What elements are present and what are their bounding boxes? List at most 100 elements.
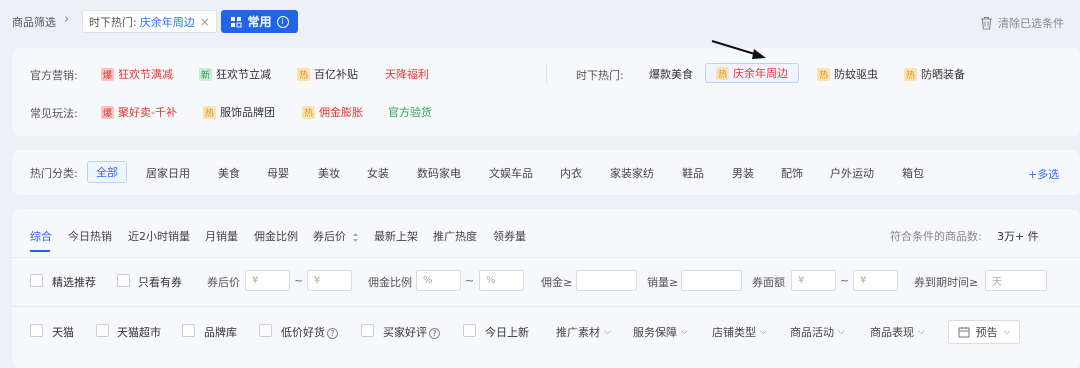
sort-tab[interactable]: 佣金比例 bbox=[254, 228, 298, 244]
marketing-label: 官方营销: bbox=[30, 69, 78, 82]
commission-rate-max-input[interactable]: % bbox=[479, 270, 524, 291]
tag-text: 聚好卖-千补 bbox=[118, 106, 177, 119]
gameplay-item[interactable]: 爆 聚好卖-千补 bbox=[101, 104, 177, 120]
divider bbox=[546, 63, 547, 83]
gameplay-item[interactable]: 官方验货 bbox=[388, 104, 432, 120]
category-item[interactable]: 美食 bbox=[218, 165, 240, 181]
commission-input[interactable] bbox=[576, 270, 637, 291]
category-item[interactable]: 箱包 bbox=[902, 165, 924, 181]
featured-checkbox[interactable] bbox=[30, 274, 43, 287]
low-price-label: 低价好货? bbox=[281, 324, 338, 340]
category-item[interactable]: 美妆 bbox=[318, 165, 340, 181]
tag-text: 百亿补贴 bbox=[314, 68, 358, 81]
category-item[interactable]: 家装家纺 bbox=[610, 165, 654, 181]
tag-text: 狂欢节立减 bbox=[216, 68, 271, 81]
sort-tab[interactable]: 推广热度 bbox=[433, 228, 477, 244]
category-item[interactable]: 数码家电 bbox=[417, 165, 461, 181]
info-icon[interactable]: i bbox=[276, 15, 289, 28]
promo-panel bbox=[12, 48, 1080, 136]
hot-badge: 爆 bbox=[101, 105, 114, 119]
gameplay-item[interactable]: 热 佣金膨胀 bbox=[302, 104, 363, 120]
result-count-value: 3万+ 件 bbox=[997, 230, 1039, 243]
sort-tab[interactable]: 月销量 bbox=[205, 228, 238, 244]
tag-text: 庆余年周边 bbox=[733, 67, 788, 80]
dropdown-promo-material[interactable]: 推广素材 ⌵ bbox=[556, 324, 611, 340]
trash-icon bbox=[981, 16, 992, 30]
sort-tab[interactable]: 近2小时销量 bbox=[128, 228, 190, 244]
coupon-value-max-input[interactable]: ¥ bbox=[853, 270, 898, 291]
dropdown-activity[interactable]: 商品活动 ⌵ bbox=[790, 324, 845, 340]
sort-tab[interactable]: 最新上架 bbox=[374, 228, 418, 244]
dropdown-label: 店铺类型 bbox=[712, 326, 756, 339]
sales-label: 销量≥ bbox=[647, 276, 679, 289]
marketing-item[interactable]: 天降福利 bbox=[385, 66, 429, 82]
marketing-item[interactable]: 新 狂欢节立减 bbox=[199, 66, 271, 82]
hot-badge: 热 bbox=[817, 67, 830, 81]
help-icon[interactable]: ? bbox=[429, 328, 440, 339]
trending-item[interactable]: 热 防晒装备 bbox=[904, 66, 965, 82]
coupon-only-checkbox[interactable] bbox=[117, 274, 130, 287]
tag-text: 防蚊驱虫 bbox=[834, 68, 878, 81]
close-icon[interactable]: × bbox=[200, 15, 210, 29]
dropdown-performance[interactable]: 商品表现 ⌵ bbox=[870, 324, 925, 340]
common-button[interactable]: 常用 i bbox=[221, 10, 298, 33]
preview-dropdown[interactable]: 预告 ⌵ bbox=[948, 320, 1020, 344]
good-review-checkbox[interactable] bbox=[361, 324, 374, 337]
category-item[interactable]: 男装 bbox=[732, 165, 754, 181]
marketing-item[interactable]: 热 百亿补贴 bbox=[297, 66, 358, 82]
sort-tab[interactable]: 今日热销 bbox=[68, 228, 112, 244]
low-price-checkbox[interactable] bbox=[259, 324, 272, 337]
tmall-super-label: 天猫超市 bbox=[117, 326, 161, 339]
sales-input[interactable] bbox=[681, 270, 742, 291]
breadcrumb: 商品筛选 bbox=[12, 16, 56, 29]
category-item[interactable]: 户外运动 bbox=[830, 165, 874, 181]
category-item[interactable]: 居家日用 bbox=[146, 165, 190, 181]
category-item[interactable]: 鞋品 bbox=[682, 165, 704, 181]
category-item[interactable]: 内衣 bbox=[560, 165, 582, 181]
active-filter-chip[interactable]: 时下热门: 庆余年周边 × bbox=[82, 10, 217, 33]
trending-item-selected[interactable]: 热 庆余年周边 bbox=[705, 63, 799, 83]
trending-item[interactable]: 爆款美食 bbox=[649, 66, 693, 82]
sort-tab-active[interactable]: 综合 bbox=[30, 228, 52, 244]
today-new-checkbox[interactable] bbox=[463, 324, 476, 337]
dropdown-shop-type[interactable]: 店铺类型 ⌵ bbox=[712, 324, 767, 340]
today-new-label: 今日上新 bbox=[485, 326, 529, 339]
brand-checkbox[interactable] bbox=[182, 324, 195, 337]
range-separator: ~ bbox=[840, 274, 850, 287]
chevron-down-icon: ⌵ bbox=[838, 327, 845, 337]
price-max-input[interactable]: ¥ bbox=[307, 270, 352, 291]
tmall-checkbox[interactable] bbox=[30, 324, 43, 337]
dropdown-label: 推广素材 bbox=[556, 326, 600, 339]
sort-tab[interactable]: 券后价 bbox=[313, 228, 359, 244]
trending-item[interactable]: 热 防蚊驱虫 bbox=[817, 66, 878, 82]
coupon-value-min-input[interactable]: ¥ bbox=[791, 270, 836, 291]
category-item[interactable]: 文娱车品 bbox=[489, 165, 533, 181]
category-all[interactable]: 全部 bbox=[87, 161, 127, 183]
chevron-down-icon: ⌵ bbox=[760, 327, 767, 337]
marketing-item[interactable]: 爆 狂欢节满减 bbox=[101, 66, 173, 82]
category-item[interactable]: 女装 bbox=[367, 165, 389, 181]
tmall-super-checkbox[interactable] bbox=[96, 324, 109, 337]
dropdown-service[interactable]: 服务保障 ⌵ bbox=[633, 324, 688, 340]
clear-all-label: 清除已选条件 bbox=[998, 17, 1064, 30]
help-icon[interactable]: ? bbox=[327, 328, 338, 339]
chevron-down-icon: ⌵ bbox=[681, 327, 688, 337]
new-badge: 新 bbox=[199, 67, 212, 81]
commission-rate-min-input[interactable]: % bbox=[416, 270, 461, 291]
chip-value: 庆余年周边 bbox=[139, 15, 195, 29]
active-tab-indicator bbox=[30, 250, 50, 252]
hot-badge: 热 bbox=[716, 66, 729, 80]
sort-tab[interactable]: 领券量 bbox=[493, 228, 526, 244]
clear-all-button[interactable]: 清除已选条件 bbox=[980, 15, 1064, 31]
common-button-label: 常用 bbox=[247, 15, 272, 29]
range-separator: ~ bbox=[294, 274, 304, 287]
multi-select-button[interactable]: +多选 bbox=[1028, 166, 1059, 182]
category-item[interactable]: 配饰 bbox=[781, 165, 803, 181]
good-review-label: 买家好评? bbox=[383, 324, 440, 340]
category-item[interactable]: 母婴 bbox=[267, 165, 289, 181]
category-label: 热门分类: bbox=[30, 167, 78, 180]
gameplay-item[interactable]: 热 服饰品牌团 bbox=[203, 104, 275, 120]
price-min-input[interactable]: ¥ bbox=[245, 270, 290, 291]
expire-days-input[interactable]: 天 bbox=[985, 270, 1047, 291]
trending-label: 时下热门: bbox=[576, 69, 624, 82]
